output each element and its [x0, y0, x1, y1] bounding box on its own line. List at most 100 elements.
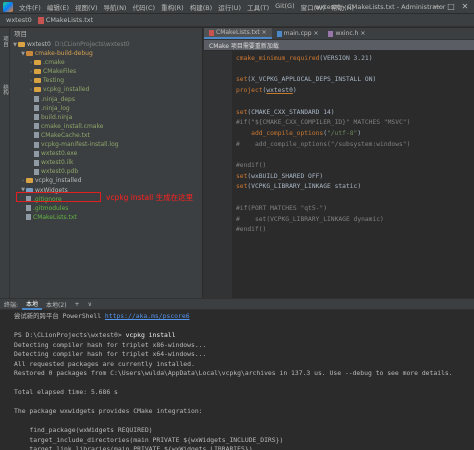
- folder-icon: [18, 42, 25, 47]
- tree-item[interactable]: .gitmodules: [20, 204, 68, 213]
- file-type-icon: [276, 30, 282, 37]
- tree-item-label: Testing: [43, 77, 65, 85]
- tree-item[interactable]: › CMakeFiles: [28, 67, 76, 76]
- title-bar: 文件(F) 编辑(E) 视图(V) 导航(N) 代码(C) 重构(R) 构建(B) 运行(U)…: [0, 0, 474, 14]
- tree-item[interactable]: › Testing: [28, 76, 64, 85]
- code-view[interactable]: cmake_minimum_required(VERSION 3.21) set…: [236, 54, 410, 236]
- menu-item[interactable]: 导航(N): [101, 2, 130, 12]
- tree-item-label: CMakeFiles: [43, 68, 77, 76]
- window-title: wxtest0 - CMakeLists.txt - Administrator: [315, 3, 446, 11]
- file-icon: [34, 114, 39, 121]
- tree-item-label: wxtest0.exe: [41, 150, 78, 158]
- tree-item[interactable]: › vcpkg_installed: [20, 176, 81, 185]
- file-icon: [34, 96, 39, 102]
- maximize-button[interactable]: □: [444, 0, 458, 14]
- tree-item-label: cmake-build-debug: [35, 50, 93, 57]
- tab-local[interactable]: 本地: [22, 299, 43, 310]
- tree-root[interactable]: ▼ wxtest0 D:\CLionProjects\wxtest0: [12, 40, 130, 49]
- file-icon: [34, 150, 39, 157]
- tree-item[interactable]: › vcpkg_installed: [28, 85, 89, 94]
- file-icon: [26, 205, 31, 212]
- terminal-output[interactable]: 尝试新的跨平台 PowerShell https://aka.ms/pscore…: [0, 310, 474, 450]
- editor-area: CMakeLists.txt × main.cpp × wxinc.h × CMak…: [203, 28, 474, 298]
- root-label: wxtest0: [27, 41, 51, 48]
- tree-item[interactable]: CMakeLists.txt: [20, 213, 77, 222]
- file-icon: [34, 168, 39, 175]
- tab-dropdown-button[interactable]: ∨: [84, 301, 96, 308]
- annotation-text: vcpkg install 生成在这里: [106, 193, 194, 202]
- editor-tab-label: main.cpp ×: [283, 30, 319, 37]
- tree-item[interactable]: wxtest0.pdb: [28, 167, 78, 176]
- tree-item-label: CMakeLists.txt: [33, 213, 77, 221]
- root-path: D:\CLionProjects\wxtest0: [54, 41, 130, 48]
- editor-tab-label: CMakeLists.txt ×: [216, 29, 267, 36]
- file-icon: [34, 123, 39, 130]
- breadcrumb-file[interactable]: CMakeLists.txt: [37, 16, 94, 24]
- tree-item[interactable]: › .cmake: [28, 58, 65, 67]
- tree-item[interactable]: vcpkg-manifest-install.log: [28, 140, 119, 149]
- breadcrumb-project[interactable]: wxtest0: [0, 16, 38, 24]
- tree-item-label: cmake_install.cmake: [41, 122, 104, 130]
- menu-item[interactable]: Git(G): [272, 2, 298, 12]
- breadcrumb-file-label: CMakeLists.txt: [45, 16, 94, 24]
- project-panel-header: 项目: [14, 30, 27, 38]
- tree-item[interactable]: build.ninja: [28, 113, 72, 122]
- folder-icon: [26, 178, 33, 184]
- menu-item[interactable]: 代码(C): [129, 2, 158, 12]
- terminal-title: 终端:: [4, 301, 19, 309]
- file-type-icon: [328, 30, 334, 37]
- folder-icon: [34, 69, 41, 75]
- highlight-box: [16, 192, 101, 202]
- cmake-reload-banner[interactable]: CMake 项目需要重新加载: [204, 40, 474, 50]
- editor-tab[interactable]: wxinc.h ×: [323, 28, 370, 39]
- tree-item-label: vcpkg_installed: [43, 86, 90, 94]
- tab-local-2[interactable]: 本地(2): [42, 300, 71, 309]
- structure-tool-tab[interactable]: 结构: [1, 84, 9, 95]
- left-tool-strip: 项目 结构: [0, 28, 10, 298]
- editor-tab[interactable]: CMakeLists.txt ×: [204, 28, 272, 39]
- menu-item[interactable]: 重构(R): [158, 2, 187, 12]
- menu-item[interactable]: 运行(U): [215, 2, 244, 12]
- tree-item-label: .gitmodules: [33, 204, 69, 212]
- file-icon: [34, 159, 39, 166]
- folder-icon: [26, 51, 33, 56]
- file-icon: [34, 105, 39, 112]
- new-tab-button[interactable]: +: [71, 301, 84, 308]
- tree-item[interactable]: wxtest0.exe: [28, 149, 77, 158]
- tree-item-label: vcpkg-manifest-install.log: [41, 141, 119, 148]
- editor-tab-label: wxinc.h ×: [335, 30, 366, 37]
- menu-item[interactable]: 视图(V): [72, 2, 101, 12]
- project-panel: 项目 ▼ wxtest0 D:\CLionProjects\wxtest0 ▼ c…: [10, 28, 202, 298]
- folder-icon: [34, 78, 41, 84]
- tree-item[interactable]: cmake_install.cmake: [28, 122, 103, 131]
- file-icon: [26, 214, 31, 221]
- editor-gutter: [204, 51, 232, 298]
- navigation-bar: wxtest0 CMakeLists.txt: [0, 14, 474, 27]
- menu-item[interactable]: 文件(F): [16, 2, 44, 12]
- terminal-tab-bar: 终端: 本地 本地(2) + ∨: [0, 298, 474, 310]
- cmake-file-icon: [37, 16, 44, 24]
- tree-item-label: CMakeCache.txt: [41, 131, 90, 139]
- menu-item[interactable]: 工具(T): [244, 2, 272, 12]
- minimize-button[interactable]: —: [430, 0, 444, 14]
- tree-item[interactable]: CMakeCache.txt: [28, 131, 90, 140]
- clion-logo-icon: [3, 1, 13, 12]
- tree-item-label: vcpkg_installed: [35, 177, 82, 185]
- file-type-icon: [209, 29, 214, 36]
- tree-item[interactable]: ▼ cmake-build-debug: [20, 49, 93, 58]
- tree-item[interactable]: .ninja_log: [28, 104, 70, 113]
- menu-item[interactable]: 编辑(E): [44, 2, 72, 12]
- tree-item-label: build.ninja: [41, 113, 73, 121]
- tree-item-label: .ninja_log: [41, 104, 70, 112]
- menu-item[interactable]: 构建(B): [187, 2, 216, 12]
- editor-tabs: CMakeLists.txt × main.cpp × wxinc.h ×: [204, 28, 474, 40]
- tree-item[interactable]: wxtest0.ilk: [28, 158, 74, 167]
- tree-item[interactable]: .ninja_deps: [28, 95, 75, 104]
- window-controls: — □ ✕: [430, 0, 472, 14]
- file-icon: [34, 132, 39, 139]
- close-button[interactable]: ✕: [458, 0, 472, 14]
- editor-tab[interactable]: main.cpp ×: [272, 28, 324, 39]
- tree-item-label: .cmake: [43, 59, 65, 67]
- project-tool-tab[interactable]: 项目: [1, 36, 9, 47]
- file-icon: [34, 141, 39, 148]
